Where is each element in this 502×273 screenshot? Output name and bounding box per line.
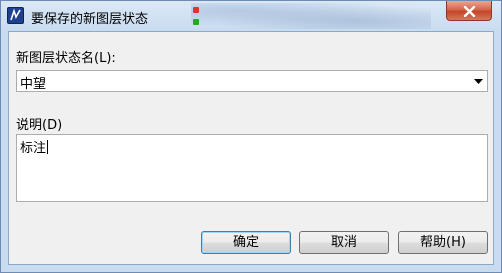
dialog-window: 要保存的新图层状态 新图层状态名(L): 中望 说明(D) 标注 确定 取消 帮… <box>0 0 502 273</box>
layer-state-name-value: 中望 <box>20 77 47 92</box>
cancel-button[interactable]: 取消 <box>299 231 389 254</box>
description-label: 说明(D) <box>16 118 63 133</box>
blur-green-spot <box>193 19 199 25</box>
app-logo-icon <box>7 7 24 24</box>
layer-state-name-combobox[interactable]: 中望 <box>16 70 488 92</box>
ok-button[interactable]: 确定 <box>201 231 291 254</box>
chevron-down-icon <box>474 79 483 84</box>
blur-red-spot <box>193 7 199 13</box>
background-window-blur <box>191 3 431 29</box>
window-title: 要保存的新图层状态 <box>31 12 149 27</box>
description-textarea[interactable]: 标注 <box>16 134 488 202</box>
dialog-body: 新图层状态名(L): 中望 说明(D) 标注 确定 取消 帮助(H) <box>8 31 494 265</box>
dropdown-button[interactable] <box>470 71 487 91</box>
close-button[interactable] <box>446 1 492 21</box>
text-caret <box>47 140 49 154</box>
title-bar[interactable]: 要保存的新图层状态 <box>1 1 501 31</box>
description-value: 标注 <box>20 141 47 156</box>
help-button[interactable]: 帮助(H) <box>398 231 488 254</box>
layer-state-name-label: 新图层状态名(L): <box>16 51 116 66</box>
description-text-wrap: 标注 <box>20 137 49 156</box>
close-icon <box>463 6 476 17</box>
